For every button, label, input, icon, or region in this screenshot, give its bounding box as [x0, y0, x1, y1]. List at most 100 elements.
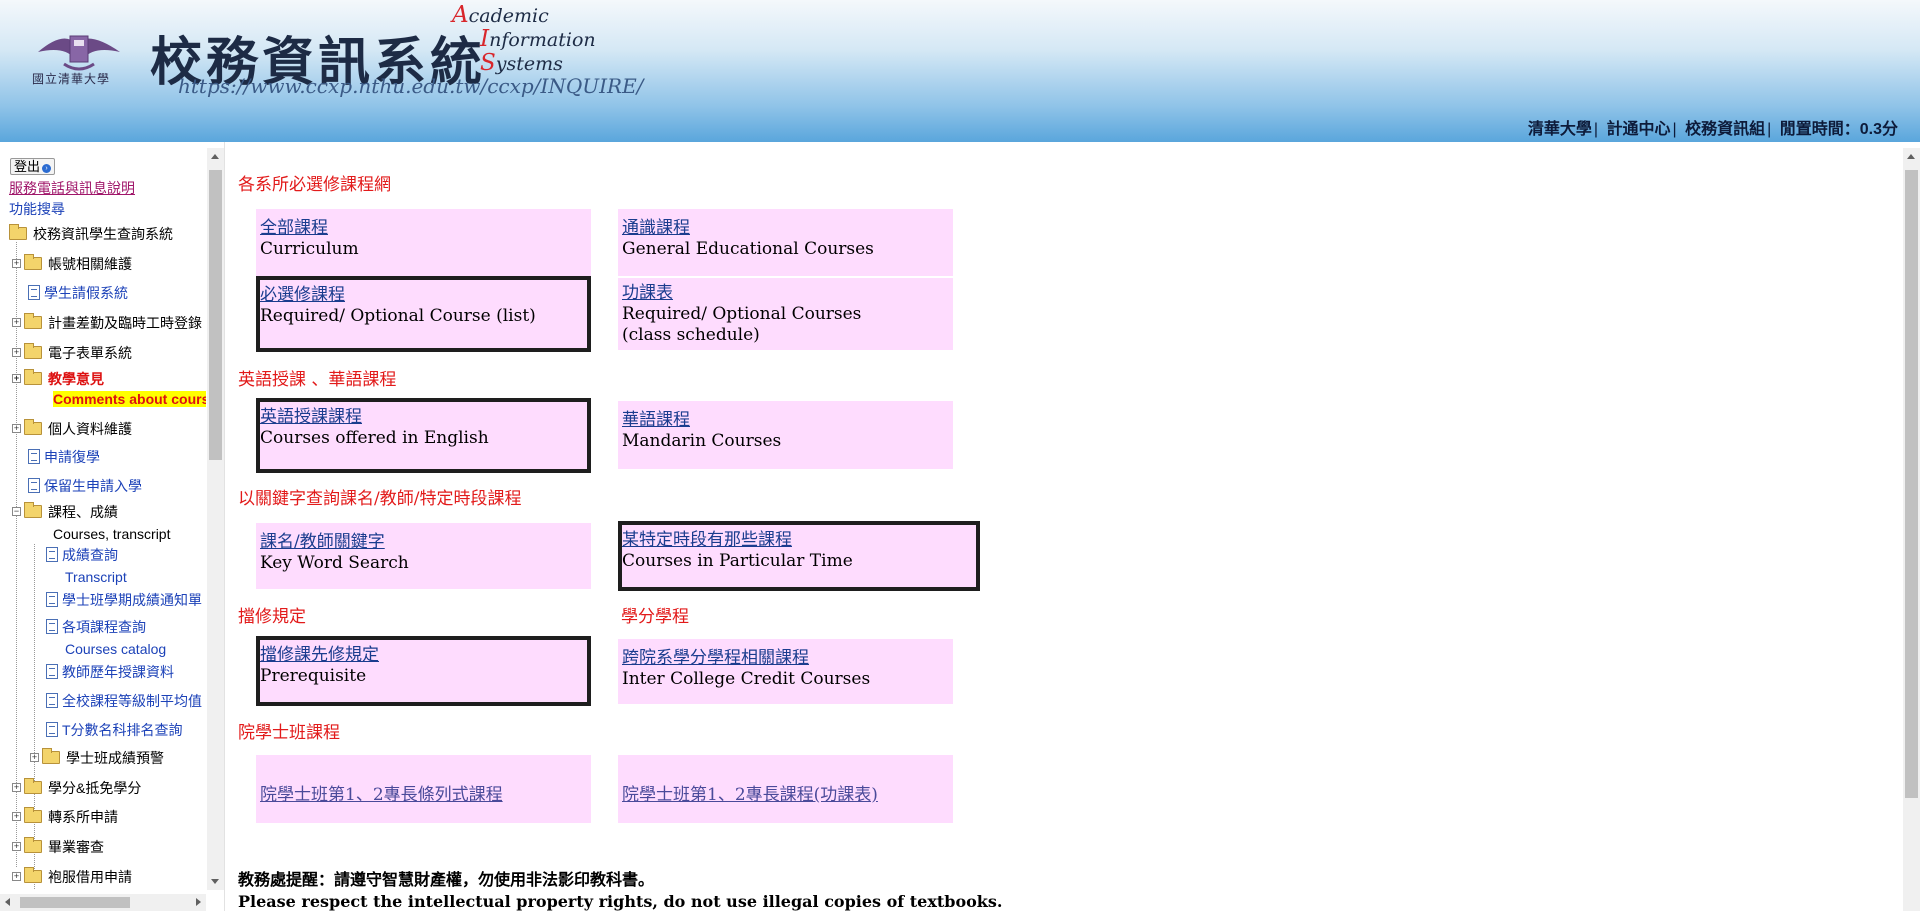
- card-link[interactable]: 院學士班第1、2專長課程(功課表): [622, 780, 953, 805]
- link-nthu[interactable]: 清華大學: [1528, 121, 1592, 138]
- card-link[interactable]: 擋修課先修規定: [260, 644, 587, 666]
- function-search-link[interactable]: 功能搜尋: [9, 199, 65, 219]
- scroll-up-arrow-icon[interactable]: [211, 154, 219, 159]
- sidebar-item-account[interactable]: + 帳號相關維護: [12, 254, 132, 274]
- sidebar-item-semester-notice[interactable]: 學士班學期成績通知單: [46, 590, 202, 610]
- sidebar-item-courses[interactable]: − 課程、成績 Courses, transcript: [12, 501, 170, 545]
- card-link[interactable]: 功課表: [622, 282, 953, 304]
- expand-plus-icon: +: [12, 373, 21, 383]
- sidebar-item-attendance[interactable]: + 計畫差勤及臨時工時登錄: [12, 313, 202, 333]
- sidebar-item-comments[interactable]: + 教學意見 Comments about courses: [12, 369, 206, 409]
- folder-icon: [24, 343, 42, 359]
- card-link[interactable]: 華語課程: [622, 409, 953, 431]
- sidebar-item-label: T分數名科排名查詢: [62, 722, 183, 738]
- card-link[interactable]: 課名/教師關鍵字: [260, 531, 591, 553]
- card-link[interactable]: 全部課程: [260, 217, 591, 239]
- sidebar-item-transfer[interactable]: + 轉系所申請: [12, 807, 118, 827]
- sidebar-item-label: 計畫差勤及臨時工時登錄: [48, 315, 202, 331]
- card-english-courses[interactable]: 英語授課課程 Courses offered in English: [256, 398, 591, 473]
- card-prerequisite[interactable]: 擋修課先修規定 Prerequisite: [256, 636, 591, 706]
- sidebar-item-catalog[interactable]: 各項課程查詢 Courses catalog: [46, 616, 166, 660]
- document-icon: [28, 285, 40, 300]
- card-keyword-search[interactable]: 課名/教師關鍵字 Key Word Search: [256, 523, 591, 589]
- sidebar-item-t-score[interactable]: T分數名科排名查詢: [46, 720, 183, 740]
- card-required-list[interactable]: 必選修課程 Required/ Optional Course (list): [256, 276, 591, 352]
- document-icon: [46, 722, 58, 737]
- sidebar-item-personal[interactable]: + 個人資料維護: [12, 419, 132, 439]
- scroll-down-arrow-icon[interactable]: [211, 879, 219, 884]
- tree-root[interactable]: 校務資訊學生查詢系統: [9, 224, 173, 244]
- sidebar-item-leave[interactable]: 學生請假系統: [28, 283, 128, 303]
- card-college-list[interactable]: 院學士班第1、2專長條列式課程: [256, 755, 591, 823]
- card-caption: Required/ Optional Course (list): [260, 306, 536, 326]
- card-general-education[interactable]: 通識課程 General Educational Courses: [618, 209, 953, 276]
- logout-button[interactable]: 登出 ›: [10, 158, 56, 175]
- main-content: 各系所必選修課程網 全部課程 Curriculum 通識課程 General Edu…: [226, 142, 1920, 911]
- link-computer-center[interactable]: 計通中心: [1607, 121, 1671, 138]
- expand-plus-icon: +: [12, 258, 21, 268]
- card-link[interactable]: 通識課程: [622, 217, 953, 239]
- sidebar-item-transcript[interactable]: 成績查詢 Transcript: [46, 544, 127, 588]
- card-link[interactable]: 必選修課程: [260, 284, 587, 306]
- sidebar-item-sublabel: Courses, transcript: [53, 526, 171, 542]
- card-link[interactable]: 英語授課課程: [260, 406, 587, 428]
- main-vertical-scrollbar[interactable]: [1903, 148, 1920, 911]
- document-icon: [28, 449, 40, 464]
- sidebar-item-reserved[interactable]: 保留生申請入學: [28, 476, 142, 496]
- folder-icon: [24, 419, 42, 435]
- sidebar-item-label: 畢業審查: [48, 839, 104, 855]
- sidebar-vertical-scrollbar[interactable]: [207, 148, 224, 890]
- sidebar-item-label: 課程、成績: [48, 504, 118, 520]
- scrollbar-thumb[interactable]: [20, 897, 130, 908]
- document-icon: [28, 478, 40, 493]
- card-link[interactable]: 院學士班第1、2專長條列式課程: [260, 780, 591, 805]
- card-mandarin-courses[interactable]: 華語課程 Mandarin Courses: [618, 401, 953, 469]
- sidebar-item-label: 電子表單系統: [48, 345, 132, 361]
- card-particular-time[interactable]: 某特定時段有那些課程 Courses in Particular Time: [618, 521, 980, 591]
- notice-en: Please respect the intellectual property…: [238, 892, 1003, 911]
- card-curriculum[interactable]: 全部課程 Curriculum: [256, 209, 591, 276]
- card-link[interactable]: 某特定時段有那些課程: [622, 529, 976, 551]
- folder-icon: [24, 867, 42, 883]
- sidebar-item-gown[interactable]: + 袍服借用申請: [12, 867, 132, 887]
- expand-plus-icon: +: [30, 752, 39, 762]
- tree-guide-line: [16, 242, 17, 867]
- card-college-schedule[interactable]: 院學士班第1、2專長課程(功課表): [618, 755, 953, 823]
- card-link[interactable]: 跨院系學分學程相關課程: [622, 647, 953, 669]
- sidebar-item-eform[interactable]: + 電子表單系統: [12, 343, 132, 363]
- folder-icon: [24, 778, 42, 794]
- sidebar-item-graduation[interactable]: + 畢業審查: [12, 837, 104, 857]
- scroll-right-arrow-icon[interactable]: [196, 898, 201, 906]
- card-class-schedule[interactable]: 功課表 Required/ Optional Courses (class sch…: [618, 278, 953, 350]
- sidebar-item-credits[interactable]: + 學分&抵免學分: [12, 778, 141, 798]
- title-en-initial-i: I: [480, 26, 490, 52]
- sidebar-item-label: 教學意見: [48, 371, 104, 387]
- sidebar-item-teacher-history[interactable]: 教師歷年授課資料: [46, 662, 174, 682]
- link-info-division[interactable]: 校務資訊組: [1685, 121, 1765, 138]
- card-inter-college[interactable]: 跨院系學分學程相關課程 Inter College Credit Courses: [618, 639, 953, 704]
- folder-icon: [24, 837, 42, 853]
- card-caption: Prerequisite: [260, 666, 367, 686]
- scroll-left-arrow-icon[interactable]: [5, 898, 10, 906]
- idle-time: 閒置時間：0.3分: [1779, 121, 1898, 138]
- section-title-required-courses: 各系所必選修課程網: [238, 175, 391, 195]
- scroll-up-arrow-icon[interactable]: [1907, 154, 1915, 159]
- scrollbar-thumb[interactable]: [1905, 170, 1918, 798]
- sidebar-tree: 登出 › 服務電話與訊息說明 功能搜尋 校務資訊學生查詢系統 + 帳號相關維護 學生…: [0, 142, 206, 890]
- sidebar-item-sublabel: Courses catalog: [65, 641, 167, 657]
- service-info-link[interactable]: 服務電話與訊息說明: [9, 178, 135, 198]
- sidebar-horizontal-scrollbar[interactable]: [0, 894, 206, 911]
- scrollbar-thumb[interactable]: [209, 170, 222, 460]
- sidebar-item-label: 學士班成績預警: [66, 750, 164, 766]
- sidebar-item-warning[interactable]: + 學士班成績預警: [30, 748, 164, 768]
- document-icon: [46, 693, 58, 708]
- expand-plus-icon: +: [12, 423, 21, 433]
- logo-caption: 國立清華大學: [32, 72, 111, 86]
- sidebar-item-grade-average[interactable]: 全校課程等級制平均值: [46, 691, 202, 711]
- tree-root-label: 校務資訊學生查詢系統: [33, 226, 173, 242]
- folder-icon: [24, 369, 42, 385]
- sidebar-item-reinstate[interactable]: 申請復學: [28, 447, 100, 467]
- section-title-keyword-search: 以關鍵字查詢課名/教師/特定時段課程: [238, 489, 522, 509]
- sidebar-item-sublabel: Comments about courses: [53, 391, 206, 407]
- card-caption: Required/ Optional Courses (class schedu…: [622, 304, 862, 345]
